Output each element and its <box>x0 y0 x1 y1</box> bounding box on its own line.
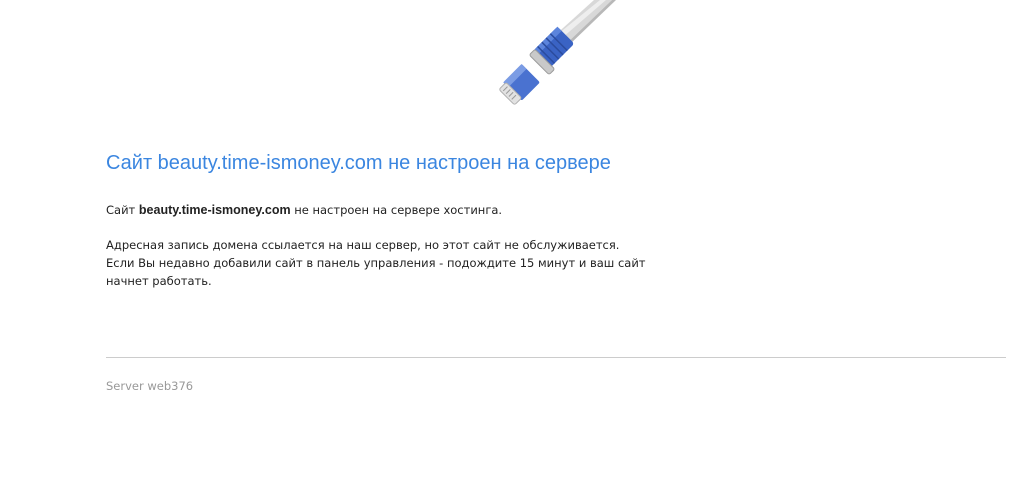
message-line-3: Если Вы недавно добавили сайт в панель у… <box>106 256 646 288</box>
domain-name: beauty.time-ismoney.com <box>138 203 291 217</box>
server-label: Server web376 <box>106 379 194 393</box>
message-suffix: не настроен на сервере хостинга. <box>294 203 503 217</box>
message-line-2: Адресная запись домена ссылается на наш … <box>106 238 620 252</box>
divider <box>106 357 1006 358</box>
message-prefix: Сайт <box>106 203 136 217</box>
message-block: Сайт beauty.time-ismoney.com не настроен… <box>106 201 686 290</box>
network-cable-icon <box>499 0 616 105</box>
page-title: Сайт beauty.time-ismoney.com не настроен… <box>106 152 611 174</box>
message-line-1: Сайт beauty.time-ismoney.com не настроен… <box>106 201 686 219</box>
